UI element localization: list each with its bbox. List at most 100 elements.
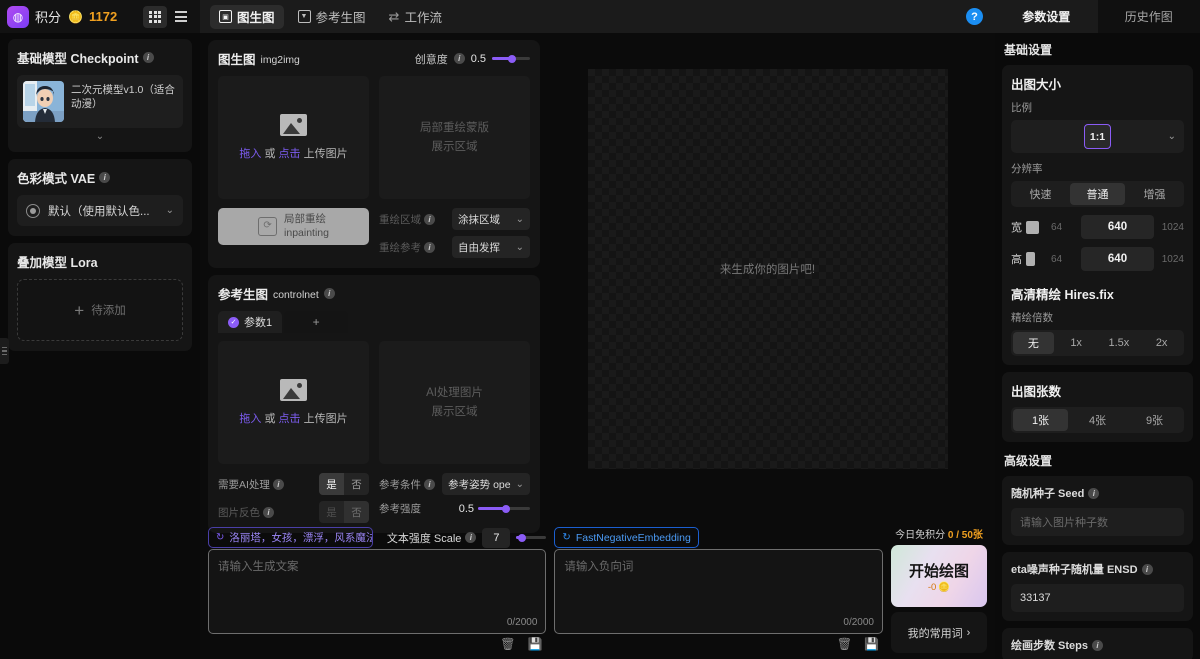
inpainting-label-en: inpainting — [284, 227, 329, 239]
tab-history[interactable]: 历史作图 — [1098, 0, 1200, 33]
ensd-input[interactable]: 33137 — [1011, 584, 1184, 612]
start-draw-button[interactable]: 开始绘图 -0🪙 — [891, 545, 987, 607]
reference-tab-icon: ▼ — [298, 10, 311, 23]
tab-parameters[interactable]: 参数设置 — [995, 0, 1098, 33]
info-icon[interactable]: i — [1088, 488, 1099, 499]
height-icon — [1026, 252, 1035, 266]
info-icon[interactable]: i — [454, 53, 465, 64]
result-canvas[interactable]: 来生成你的图片吧! — [588, 69, 948, 469]
controlnet-header: 参考生图 controlnet i — [218, 284, 530, 303]
sidebar-collapse-handle[interactable] — [0, 338, 9, 364]
my-favorites-button[interactable]: 我的常用词 › — [891, 612, 987, 653]
scale-slider[interactable] — [516, 536, 546, 539]
info-icon[interactable]: i — [424, 479, 435, 490]
save-icon[interactable]: 💾 — [864, 637, 879, 651]
width-input[interactable]: 640 — [1081, 215, 1154, 239]
batch-option-4[interactable]: 4张 — [1070, 409, 1125, 431]
positive-prompt-placeholder: 请输入生成文案 — [218, 561, 299, 573]
positive-prompt-input[interactable]: 请输入生成文案 0/2000 — [208, 549, 546, 634]
reference-condition-label: 参考条件 i — [379, 477, 435, 492]
refresh-icon[interactable]: ↻ — [562, 532, 570, 543]
model-thumbnail — [23, 81, 64, 122]
steps-title-row: 绘画步数 Steps i — [1011, 637, 1184, 653]
invert-yes[interactable]: 是 — [319, 501, 344, 523]
hires-scale-label: 精绘倍数 — [1011, 310, 1184, 325]
info-icon[interactable]: i — [424, 242, 435, 253]
hires-option-15x[interactable]: 1.5x — [1099, 332, 1140, 354]
upload-or-word: 或 — [264, 413, 275, 425]
upload-or-word: 或 — [264, 148, 275, 160]
grid-view-icon[interactable] — [143, 6, 167, 28]
list-view-icon[interactable] — [169, 6, 193, 28]
radio-icon — [26, 204, 40, 218]
need-ai-toggle[interactable]: 是 否 — [319, 473, 369, 495]
refresh-icon[interactable]: ↻ — [216, 532, 224, 543]
trash-icon[interactable]: 🗑 — [500, 637, 515, 651]
resolution-option-fast[interactable]: 快速 — [1013, 183, 1068, 205]
info-icon[interactable]: i — [1092, 640, 1103, 651]
redraw-reference-select[interactable]: 自由发挥 ⌄ — [452, 236, 530, 258]
height-label: 高 — [1011, 251, 1045, 267]
vae-select[interactable]: 默认（使用默认色... ⌄ — [17, 195, 183, 226]
info-icon[interactable]: i — [263, 507, 274, 518]
redraw-area-select[interactable]: 涂抹区域 ⌄ — [452, 208, 530, 230]
hires-option-2x[interactable]: 2x — [1141, 332, 1182, 354]
vae-selected-value: 默认（使用默认色... — [48, 203, 158, 219]
creativity-slider[interactable] — [492, 57, 530, 60]
app-root: ◍ 积分 🪙 1172 基础模型 Checkpoint i — [0, 0, 1200, 659]
hires-option-none[interactable]: 无 — [1013, 332, 1054, 354]
info-icon[interactable]: i — [424, 214, 435, 225]
controlnet-add-unit-button[interactable]: + — [284, 311, 348, 333]
invert-image-toggle[interactable]: 是 否 — [319, 501, 369, 523]
seed-input[interactable]: 请输入图片种子数 — [1011, 508, 1184, 536]
info-icon[interactable]: i — [143, 52, 154, 63]
tab-workflow[interactable]: ⇄ 工作流 — [380, 5, 451, 29]
trash-icon[interactable]: 🗑 — [837, 637, 852, 651]
img2img-upload-dropzone[interactable]: 拖入 或 点击 上传图片 — [218, 76, 369, 199]
invert-no[interactable]: 否 — [344, 501, 369, 523]
reference-condition-select[interactable]: 参考姿势 ope ⌄ — [442, 473, 530, 495]
negative-embedding-chip[interactable]: ↻ FastNegativeEmbedding — [554, 527, 698, 548]
need-ai-no[interactable]: 否 — [344, 473, 369, 495]
controlnet-unit-tab-1[interactable]: ✓ 参数1 — [218, 311, 282, 333]
ratio-selector[interactable]: 1:1 ⌄ — [1011, 120, 1184, 153]
resolution-option-enhanced[interactable]: 增强 — [1127, 183, 1182, 205]
width-max: 1024 — [1160, 222, 1184, 233]
batch-option-9[interactable]: 9张 — [1127, 409, 1182, 431]
save-icon[interactable]: 💾 — [527, 637, 542, 651]
scale-value[interactable]: 7 — [482, 528, 510, 548]
hires-option-1x[interactable]: 1x — [1056, 332, 1097, 354]
positive-prompt-suggestion-chip[interactable]: ↻ 洛丽塔，女孩，漂浮，风系魔法，飞舞... — [208, 527, 373, 548]
resolution-option-normal[interactable]: 普通 — [1070, 183, 1125, 205]
tab-img2img[interactable]: ▣ 图生图 — [210, 5, 284, 29]
negative-prompt-input[interactable]: 请输入负向词 0/2000 — [554, 549, 883, 634]
lora-add-button[interactable]: + 待添加 — [17, 279, 183, 341]
negative-prompt-column: ↻ FastNegativeEmbedding 请输入负向词 0/2000 🗑 … — [554, 526, 883, 653]
info-icon[interactable]: i — [465, 532, 476, 543]
reference-strength-value: 0.5 — [459, 503, 474, 515]
reference-condition-row: 参考条件 i 参考姿势 ope ⌄ — [379, 473, 530, 495]
inpainting-label: 局部重绘 — [284, 213, 326, 225]
info-icon[interactable]: i — [324, 288, 335, 299]
controlnet-upload-dropzone[interactable]: 拖入 或 点击 上传图片 — [218, 341, 369, 464]
lora-add-label: 待添加 — [91, 302, 126, 318]
seed-title: 随机种子 Seed — [1011, 485, 1084, 501]
reference-strength-slider[interactable] — [478, 507, 530, 510]
checkpoint-expand-chevron-down-icon[interactable]: ⌄ — [17, 131, 183, 142]
mask-preview-line1: 局部重绘蒙版 — [420, 122, 489, 134]
batch-option-1[interactable]: 1张 — [1013, 409, 1068, 431]
tab-controlnet[interactable]: ▼ 参考生图 — [289, 5, 375, 29]
need-ai-label: 需要AI处理 i — [218, 477, 284, 492]
info-icon[interactable]: i — [1142, 564, 1153, 575]
info-icon[interactable]: i — [99, 172, 110, 183]
ratio-value[interactable]: 1:1 — [1084, 124, 1111, 149]
need-ai-yes[interactable]: 是 — [319, 473, 344, 495]
start-draw-label: 开始绘图 — [909, 560, 969, 581]
redraw-reference-label: 重绘参考 i — [379, 240, 435, 255]
height-input[interactable]: 640 — [1081, 247, 1154, 271]
checkpoint-panel: 基础模型 Checkpoint i — [8, 39, 192, 152]
info-icon[interactable]: i — [273, 479, 284, 490]
help-icon[interactable]: ? — [966, 8, 983, 25]
checkpoint-model-card[interactable]: 二次元模型v1.0（适合动漫） — [17, 75, 183, 128]
inpainting-button[interactable]: ⟳ 局部重绘 inpainting — [218, 208, 369, 245]
